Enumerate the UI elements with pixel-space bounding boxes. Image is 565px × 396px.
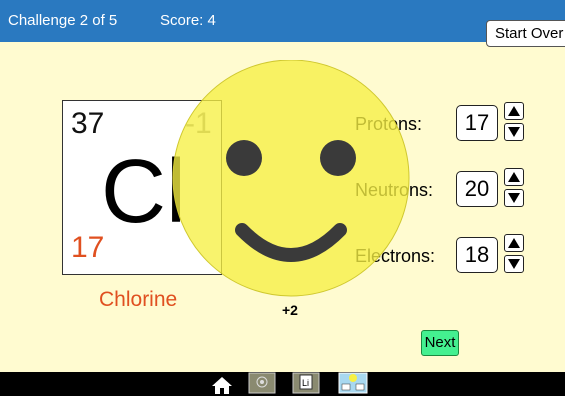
triangle-up-icon: [508, 172, 520, 182]
top-bar: Challenge 2 of 5 Score: 4: [0, 0, 565, 42]
electrons-value: 18: [456, 237, 498, 273]
protons-down-button[interactable]: [504, 123, 524, 141]
electrons-up-button[interactable]: [504, 234, 524, 252]
mass-number: 37: [71, 107, 105, 140]
score-display: Score: 4: [160, 12, 216, 29]
triangle-down-icon: [508, 259, 520, 269]
smiley-face-icon: [172, 60, 410, 297]
element-name: Chlorine: [99, 288, 178, 311]
bottom-nav-bar: Li: [0, 372, 565, 396]
atomic-number: 17: [71, 231, 105, 264]
protons-value: 17: [456, 105, 498, 141]
symbol-screen-icon[interactable]: Li: [292, 372, 320, 394]
triangle-down-icon: [508, 193, 520, 203]
home-icon[interactable]: [210, 375, 234, 395]
neutrons-value: 20: [456, 171, 498, 207]
neutrons-down-button[interactable]: [504, 189, 524, 207]
svg-text:Li: Li: [302, 378, 309, 388]
triangle-up-icon: [508, 106, 520, 116]
game-screen-icon[interactable]: [338, 372, 368, 394]
neutrons-up-button[interactable]: [504, 168, 524, 186]
triangle-down-icon: [508, 127, 520, 137]
electrons-down-button[interactable]: [504, 255, 524, 273]
start-over-button[interactable]: Start Over: [486, 20, 565, 47]
atom-screen-icon[interactable]: [248, 372, 276, 394]
net-charge-label: +2: [282, 302, 298, 318]
challenge-counter: Challenge 2 of 5: [8, 12, 118, 29]
next-button[interactable]: Next: [421, 330, 459, 356]
protons-up-button[interactable]: [504, 102, 524, 120]
triangle-up-icon: [508, 238, 520, 248]
